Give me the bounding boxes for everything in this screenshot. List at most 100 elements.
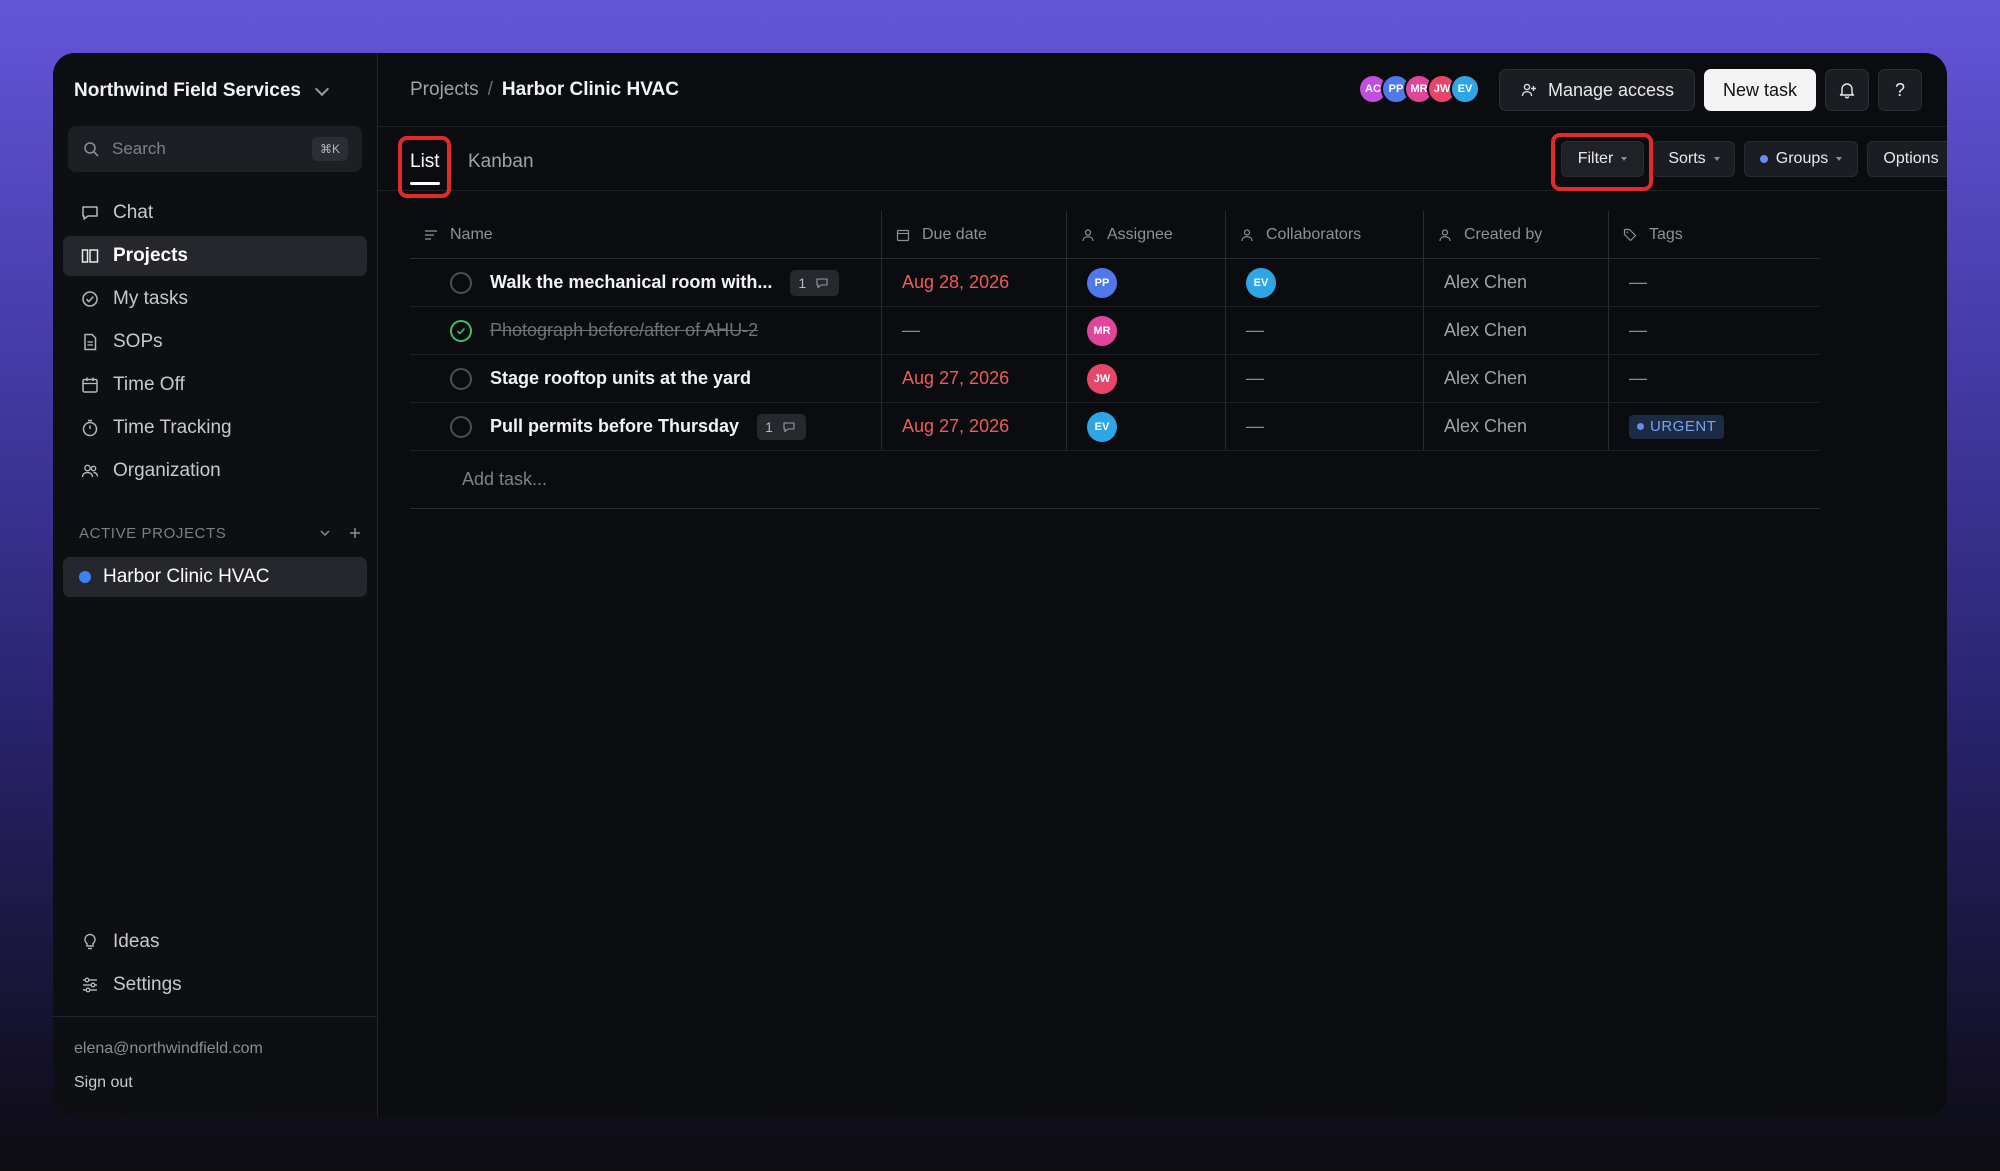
collaborators-cell[interactable]: —: [1226, 307, 1424, 354]
main-nav: Chat Projects My tasks SOPs Time Off Tim…: [63, 193, 367, 494]
notifications-button[interactable]: [1825, 69, 1869, 111]
add-project-icon[interactable]: [349, 523, 361, 544]
column-label: Collaborators: [1266, 225, 1362, 243]
member-avatars[interactable]: AC PP MR JW EV: [1358, 74, 1480, 104]
due-date: —: [902, 320, 920, 340]
empty-value: —: [1629, 320, 1647, 340]
table-row[interactable]: Walk the mechanical room with... 1 Aug 2…: [410, 259, 1820, 307]
tab-kanban[interactable]: Kanban: [468, 151, 534, 173]
options-label: Options: [1883, 150, 1939, 167]
add-task-row[interactable]: Add task...: [410, 451, 1820, 509]
help-button[interactable]: ?: [1878, 69, 1922, 111]
column-header-tags[interactable]: Tags: [1609, 211, 1820, 258]
sidebar-project-harbor-clinic[interactable]: Harbor Clinic HVAC: [63, 557, 367, 597]
column-header-created-by[interactable]: Created by: [1424, 211, 1609, 258]
collaborators-cell[interactable]: EV: [1226, 259, 1424, 306]
document-icon: [81, 333, 99, 351]
assignee-cell[interactable]: MR: [1067, 307, 1226, 354]
task-checkbox[interactable]: [450, 367, 472, 390]
collapse-chevron-icon[interactable]: [319, 523, 331, 544]
nav-item-my-tasks[interactable]: My tasks: [63, 279, 367, 319]
section-title: ACTIVE PROJECTS: [79, 525, 227, 542]
person-icon: [1079, 226, 1097, 244]
task-checkbox[interactable]: [450, 415, 472, 438]
nav-item-chat[interactable]: Chat: [63, 193, 367, 233]
nav-item-time-off[interactable]: Time Off: [63, 365, 367, 405]
org-name: Northwind Field Services: [74, 80, 301, 101]
nav-item-sops[interactable]: SOPs: [63, 322, 367, 362]
sorts-button[interactable]: Sorts: [1653, 141, 1735, 177]
sidebar-divider: [53, 1016, 378, 1017]
avatar: EV: [1450, 74, 1480, 104]
comment-count: 1: [798, 274, 807, 291]
task-title[interactable]: Pull permits before Thursday: [490, 416, 739, 437]
person-icon: [1436, 226, 1454, 244]
task-name-cell: Pull permits before Thursday 1: [410, 403, 882, 450]
task-title[interactable]: Stage rooftop units at the yard: [490, 368, 751, 389]
new-task-button[interactable]: New task: [1704, 69, 1816, 111]
breadcrumb-separator: /: [487, 79, 493, 100]
sign-out-link[interactable]: Sign out: [74, 1074, 133, 1092]
column-header-collaborators[interactable]: Collaborators: [1226, 211, 1424, 258]
main-content: Projects / Harbor Clinic HVAC AC PP MR J…: [378, 53, 1947, 1117]
nav-label: My tasks: [113, 288, 188, 309]
task-checkbox-checked[interactable]: [450, 319, 472, 342]
nav-item-projects[interactable]: Projects: [63, 236, 367, 276]
groups-dot-icon: [1759, 155, 1768, 163]
due-date: Aug 27, 2026: [902, 416, 1010, 436]
column-header-due-date[interactable]: Due date: [882, 211, 1067, 258]
project-label: Harbor Clinic HVAC: [103, 566, 270, 587]
comment-count-badge[interactable]: 1: [790, 269, 840, 296]
collaborators-cell[interactable]: —: [1226, 403, 1424, 450]
search-input[interactable]: Search ⌘K: [68, 126, 362, 172]
groups-button[interactable]: Groups: [1744, 141, 1858, 177]
creator-name: Alex Chen: [1444, 272, 1528, 292]
table-row[interactable]: Pull permits before Thursday 1 Aug 27, 2…: [410, 403, 1820, 451]
column-header-assignee[interactable]: Assignee: [1067, 211, 1226, 258]
search-shortcut: ⌘K: [311, 137, 348, 161]
org-switcher[interactable]: Northwind Field Services: [74, 80, 330, 102]
task-title[interactable]: Walk the mechanical room with...: [490, 272, 772, 293]
tag-badge-urgent[interactable]: URGENT: [1629, 414, 1725, 439]
due-date-cell[interactable]: Aug 28, 2026: [882, 259, 1067, 306]
assignee-cell[interactable]: EV: [1067, 403, 1226, 450]
table-row[interactable]: Stage rooftop units at the yard Aug 27, …: [410, 355, 1820, 403]
breadcrumb-projects[interactable]: Projects: [410, 79, 479, 101]
empty-value: —: [1629, 272, 1647, 292]
due-date-cell[interactable]: —: [882, 307, 1067, 354]
app-window: Northwind Field Services Search ⌘K Chat …: [53, 53, 1947, 1117]
sliders-icon: [81, 976, 99, 994]
comment-icon: [780, 418, 798, 436]
due-date-cell[interactable]: Aug 27, 2026: [882, 403, 1067, 450]
projects-icon: [81, 247, 99, 265]
manage-access-button[interactable]: Manage access: [1499, 69, 1695, 111]
tags-cell[interactable]: —: [1609, 259, 1820, 306]
comment-count-badge[interactable]: 1: [757, 413, 806, 440]
nav-item-organization[interactable]: Organization: [63, 451, 367, 491]
assignee-cell[interactable]: JW: [1067, 355, 1226, 402]
tags-cell[interactable]: URGENT: [1609, 403, 1820, 450]
due-date-cell[interactable]: Aug 27, 2026: [882, 355, 1067, 402]
nav-label: Time Tracking: [113, 417, 232, 438]
collaborators-cell[interactable]: —: [1226, 355, 1424, 402]
highlight-box-list: [398, 136, 451, 198]
nav-item-ideas[interactable]: Ideas: [63, 922, 367, 962]
column-header-name[interactable]: Name: [410, 211, 882, 258]
nav-label: Organization: [113, 460, 221, 481]
creator-name: Alex Chen: [1444, 416, 1528, 436]
task-checkbox[interactable]: [450, 271, 472, 294]
people-icon: [81, 462, 99, 480]
created-by-cell: Alex Chen: [1424, 403, 1609, 450]
timer-icon: [81, 419, 99, 437]
options-button[interactable]: Options: [1867, 141, 1947, 177]
nav-item-settings[interactable]: Settings: [63, 965, 367, 1005]
nav-label: Chat: [113, 202, 154, 223]
due-date: Aug 28, 2026: [902, 272, 1010, 292]
manage-access-label: Manage access: [1547, 79, 1675, 100]
nav-item-time-tracking[interactable]: Time Tracking: [63, 408, 367, 448]
table-row[interactable]: Photograph before/after of AHU-2 — MR — …: [410, 307, 1820, 355]
assignee-cell[interactable]: PP: [1067, 259, 1226, 306]
tags-cell[interactable]: —: [1609, 307, 1820, 354]
tags-cell[interactable]: —: [1609, 355, 1820, 402]
task-title[interactable]: Photograph before/after of AHU-2: [490, 320, 758, 341]
